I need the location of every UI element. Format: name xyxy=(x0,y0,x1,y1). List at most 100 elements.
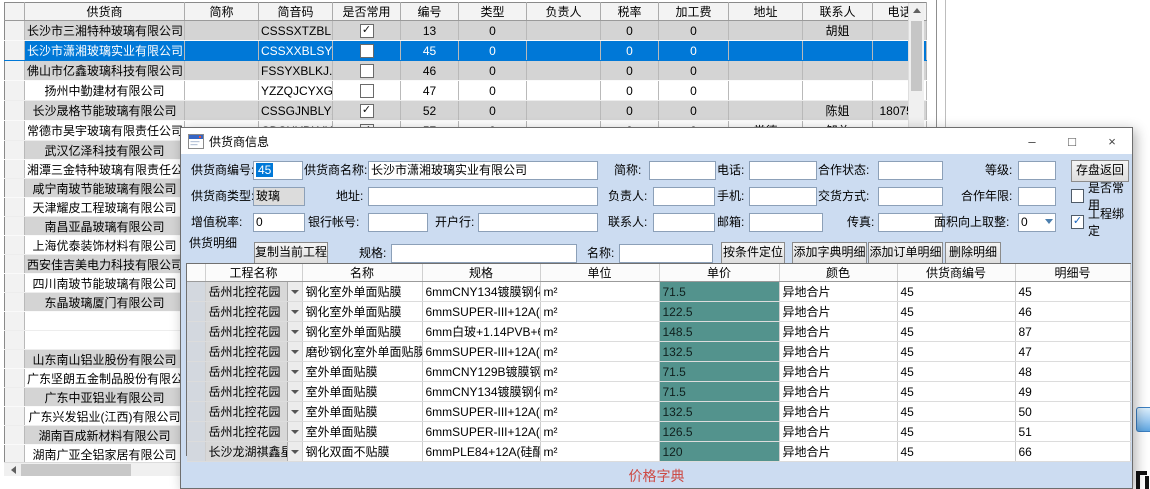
table-row[interactable]: 佛山市亿鑫玻璃科技有限公司FSSYXBLKJ...46000 xyxy=(5,61,927,81)
project-name-combobox[interactable]: 岳州北控花园 xyxy=(205,302,302,322)
checkbox-icon[interactable]: ✓ xyxy=(360,104,374,118)
project-name-combobox[interactable]: 岳州北控花园 xyxy=(205,402,302,422)
supplier-name-cell[interactable]: 天津耀皮工程玻璃有限公司 xyxy=(25,198,185,217)
detail-no-cell[interactable]: 50 xyxy=(1015,402,1130,422)
copy-current-project-button[interactable]: 复制当前工程 xyxy=(254,242,328,264)
supplier-name-cell[interactable]: 上海优泰装饰材料有限公司 xyxy=(25,236,185,255)
row-header-cell[interactable] xyxy=(5,41,25,61)
horizontal-scroll-thumb[interactable] xyxy=(21,464,131,476)
detail-no-cell[interactable]: 66 xyxy=(1015,442,1130,462)
row-header-cell[interactable] xyxy=(187,342,205,362)
short-name-cell[interactable] xyxy=(185,41,259,61)
no-cell[interactable]: 13 xyxy=(401,21,459,41)
row-header-cell[interactable] xyxy=(187,282,205,302)
detail-row[interactable]: 岳州北控花园室外单面贴膜6mmSUPER-III+12A(硅...m²132.5… xyxy=(187,402,1130,422)
row-header-cell[interactable] xyxy=(5,179,25,198)
common-use-cell[interactable] xyxy=(333,81,401,101)
detail-no-cell[interactable]: 49 xyxy=(1015,382,1130,402)
row-header-cell[interactable] xyxy=(5,198,25,217)
column-header[interactable]: 地址 xyxy=(729,3,803,21)
project-name-combobox[interactable]: 岳州北控花园 xyxy=(205,342,302,362)
short-name-cell[interactable] xyxy=(185,81,259,101)
detail-row[interactable]: 岳州北控花园室外单面贴膜6mmSUPER-III+12A(硅...m²126.5… xyxy=(187,422,1130,442)
table-row[interactable]: 长沙晟格节能玻璃有限公司CSSGJNBLYXGS✓52000陈姐180751 xyxy=(5,101,927,121)
contact-input[interactable] xyxy=(653,213,715,232)
supplier-type-input[interactable]: 玻璃 xyxy=(253,187,305,206)
chevron-down-icon[interactable] xyxy=(287,402,302,421)
supplier-name-cell[interactable]: 四川南玻节能玻璃有限公司 xyxy=(25,274,185,293)
scroll-left-icon[interactable] xyxy=(6,463,20,477)
row-header-cell[interactable] xyxy=(5,388,25,407)
row-header-cell[interactable] xyxy=(5,293,25,312)
chevron-down-icon[interactable] xyxy=(287,342,302,361)
unit-cell[interactable]: m² xyxy=(540,442,659,462)
column-header[interactable]: 联系人 xyxy=(803,3,873,21)
vertical-scroll-thumb[interactable] xyxy=(911,21,922,91)
project-name-combobox[interactable]: 长沙龙湖祺鑫星座 xyxy=(205,442,302,462)
common-use-cell[interactable] xyxy=(333,61,401,81)
unit-price-cell[interactable]: 71.5 xyxy=(659,282,779,302)
color-cell[interactable]: 异地合片 xyxy=(779,442,897,462)
unit-price-cell[interactable]: 132.5 xyxy=(659,342,779,362)
unit-price-cell[interactable]: 120 xyxy=(659,442,779,462)
type-cell[interactable]: 0 xyxy=(459,41,527,61)
detail-row[interactable]: 岳州北控花园室外单面贴膜6mmCNY134镀膜钢化m²71.5异地合片4549 xyxy=(187,382,1130,402)
checkbox-icon[interactable]: ✓ xyxy=(360,24,374,38)
mobile-input[interactable] xyxy=(749,187,817,206)
table-row[interactable]: 扬州中勤建材有限公司YZZQJCYXGS47000 xyxy=(5,81,927,101)
common-use-checkbox[interactable]: 是否常用 xyxy=(1071,187,1132,205)
detail-row[interactable]: 岳州北控花园室外单面贴膜6mmCNY129B镀膜钢化m²71.5异地合片4548 xyxy=(187,362,1130,382)
chevron-down-icon[interactable] xyxy=(287,362,302,381)
detail-row[interactable]: 岳州北控花园磨砂钢化室外单面贴膜6mmSUPER-III+12A(硅...m²1… xyxy=(187,342,1130,362)
row-header-cell[interactable] xyxy=(187,402,205,422)
detail-no-cell[interactable]: 87 xyxy=(1015,322,1130,342)
supplier-no-cell[interactable]: 45 xyxy=(897,302,1015,322)
project-bind-checkbox[interactable]: ✓ 工程绑定 xyxy=(1071,213,1132,231)
manager-cell[interactable] xyxy=(527,81,601,101)
area-round-up-combobox[interactable]: 0 xyxy=(1018,213,1056,232)
spec-cell[interactable]: 6mmSUPER-III+12A(硅... xyxy=(422,422,540,442)
row-header-cell[interactable] xyxy=(5,236,25,255)
row-header-cell[interactable] xyxy=(5,445,25,464)
supplier-name-cell[interactable]: 湖南广亚全铝家居有限公司 xyxy=(25,445,185,464)
common-use-cell[interactable]: ✓ xyxy=(333,101,401,121)
row-header-cell[interactable] xyxy=(187,422,205,442)
name-cell[interactable]: 室外单面贴膜 xyxy=(302,402,422,422)
color-cell[interactable]: 异地合片 xyxy=(779,322,897,342)
supplier-no-cell[interactable]: 45 xyxy=(897,362,1015,382)
table-row[interactable]: 长沙市潇湘玻璃实业有限公司CSSXXBLSY...45000 xyxy=(5,41,927,61)
detail-no-cell[interactable]: 45 xyxy=(1015,282,1130,302)
detail-no-cell[interactable]: 46 xyxy=(1015,302,1130,322)
unit-cell[interactable]: m² xyxy=(540,362,659,382)
row-header-cell[interactable] xyxy=(5,426,25,445)
unit-price-cell[interactable]: 71.5 xyxy=(659,382,779,402)
no-cell[interactable]: 46 xyxy=(401,61,459,81)
project-name-combobox[interactable]: 岳州北控花园 xyxy=(205,422,302,442)
manager-cell[interactable] xyxy=(527,41,601,61)
detail-no-cell[interactable]: 51 xyxy=(1015,422,1130,442)
spec-cell[interactable]: 6mmCNY134镀膜钢化 xyxy=(422,382,540,402)
unit-price-cell[interactable]: 132.5 xyxy=(659,402,779,422)
type-cell[interactable]: 0 xyxy=(459,21,527,41)
tax-cell[interactable]: 0 xyxy=(601,21,659,41)
add-order-detail-button[interactable]: 添加订单明细 xyxy=(868,242,943,264)
supplier-name-cell[interactable]: 咸宁南玻节能玻璃有限公司 xyxy=(25,179,185,198)
column-header[interactable]: 规格 xyxy=(422,264,540,282)
column-header[interactable]: 供货商 xyxy=(25,3,185,21)
color-cell[interactable]: 异地合片 xyxy=(779,302,897,322)
name-cell[interactable]: 钢化双面不贴膜 xyxy=(302,442,422,462)
supplier-name-cell[interactable]: 湘潭三金特种玻璃有限责任公司 xyxy=(25,160,185,179)
color-cell[interactable]: 异地合片 xyxy=(779,402,897,422)
supplier-name-cell[interactable]: 西安佳吉美电力科技有限公司 xyxy=(25,255,185,274)
contact-cell[interactable] xyxy=(803,41,873,61)
manager-cell[interactable] xyxy=(527,21,601,41)
type-cell[interactable]: 0 xyxy=(459,61,527,81)
checkbox-icon[interactable] xyxy=(360,64,374,78)
locate-by-condition-button[interactable]: 按条件定位 xyxy=(721,242,785,264)
row-header-cell[interactable] xyxy=(5,141,25,160)
supplier-name-cell[interactable]: 广东坚朗五金制品股份有限公司 xyxy=(25,369,185,388)
detail-row[interactable]: 岳州北控花园钢化室外单面贴膜6mmCNY134镀膜钢化m²71.5异地合片454… xyxy=(187,282,1130,302)
row-header-cell[interactable] xyxy=(5,350,25,369)
row-header-cell[interactable] xyxy=(5,274,25,293)
supplier-name-cell[interactable]: 南昌亚晶玻璃有限公司 xyxy=(25,217,185,236)
